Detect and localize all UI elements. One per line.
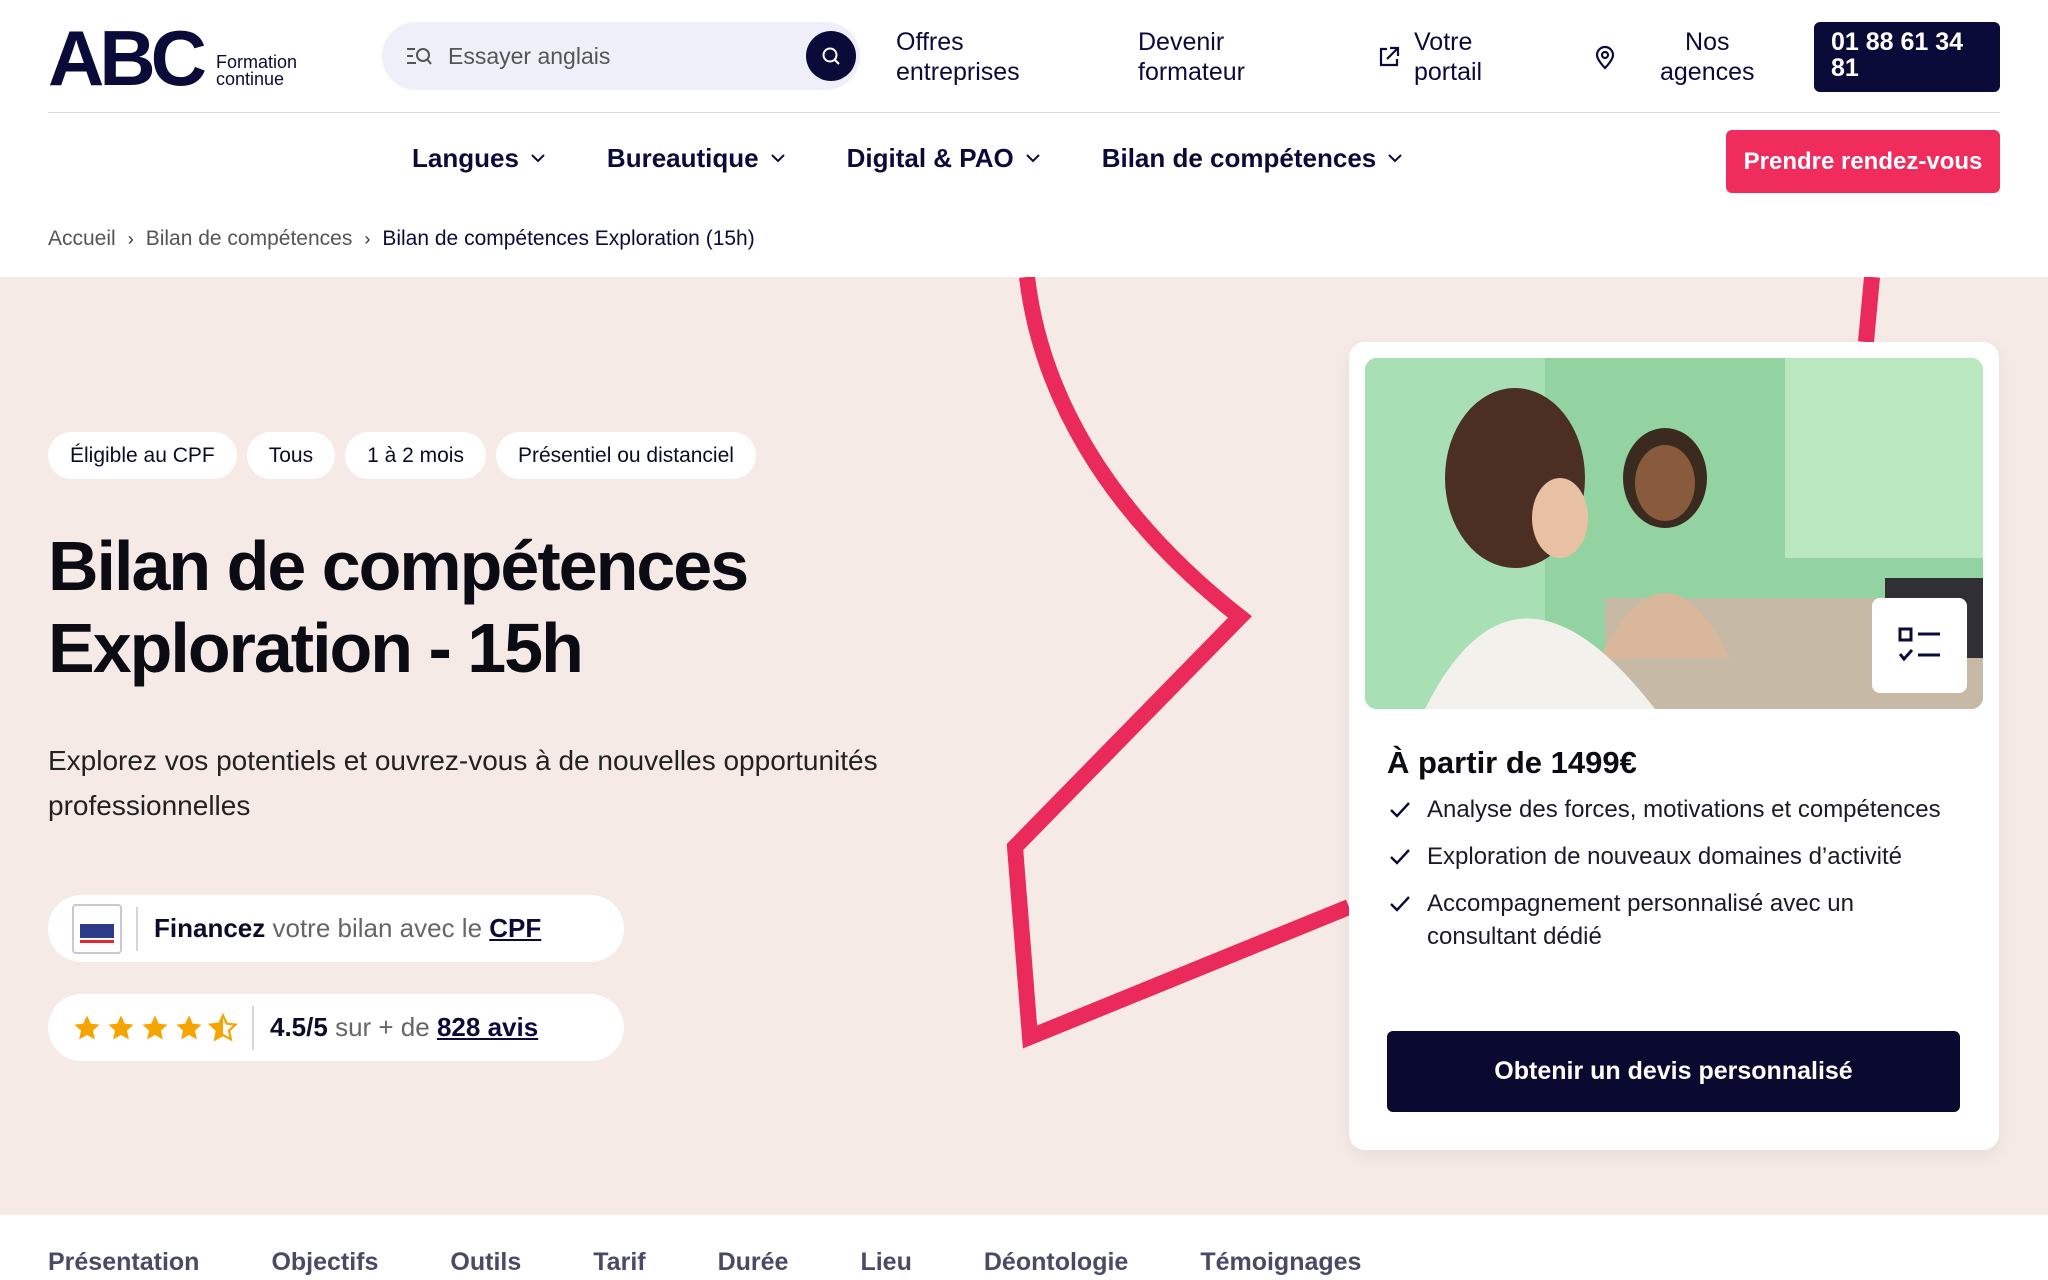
search-box [382, 22, 860, 90]
breadcrumb-current: Bilan de compétences Exploration (15h) [382, 227, 755, 250]
search-input[interactable] [448, 42, 788, 70]
tab-presentation[interactable]: Présentation [48, 1248, 199, 1277]
search-button[interactable] [806, 31, 856, 81]
abc-logo[interactable]: ABC Formation continue [48, 14, 324, 102]
page-subtitle: Explorez vos potentiels et ouvrez-vous à… [48, 745, 878, 821]
tab-lieu[interactable]: Lieu [860, 1248, 911, 1277]
star-full-icon [142, 1015, 168, 1039]
tag-format: Présentiel ou distanciel [495, 432, 756, 479]
hero-section: Éligible au CPF Tous 1 à 2 mois Présenti… [0, 277, 2048, 1215]
star-full-icon [74, 1015, 100, 1039]
rating-stars [72, 1012, 238, 1043]
phone-button[interactable]: 01 88 61 34 81 [1814, 22, 2000, 92]
checklist-badge [1872, 598, 1967, 693]
link-devenir-formateur[interactable]: Devenir formateur [1138, 27, 1245, 87]
star-full-icon [108, 1015, 134, 1039]
nav-langues[interactable]: Langues [412, 143, 545, 174]
chevron-right-icon: › [364, 228, 371, 249]
tag-duration: 1 à 2 mois [345, 432, 486, 479]
offer-card: À partir de 1499€ Analyse des forces, mo… [1349, 342, 1999, 1150]
check-icon [1390, 802, 1410, 818]
star-half-icon [208, 1012, 238, 1042]
tab-tarif[interactable]: Tarif [593, 1248, 645, 1277]
check-icon [1390, 896, 1410, 912]
nav-bureautique[interactable]: Bureautique [607, 143, 785, 174]
search-icon [822, 47, 840, 65]
cpf-link[interactable]: CPF [489, 913, 541, 943]
star-full-icon [176, 1015, 202, 1039]
breadcrumb-bilan[interactable]: Bilan de compétences [146, 227, 353, 251]
reviews-link[interactable]: 828 avis [437, 1012, 538, 1042]
cpf-financing-banner: Financez votre bilan avec le CPF [48, 895, 624, 962]
tab-outils[interactable]: Outils [450, 1248, 521, 1277]
tab-duree[interactable]: Durée [718, 1248, 789, 1277]
external-link-icon [1379, 46, 1400, 67]
main-nav: Langues Bureautique Digital & PAO Bilan … [412, 143, 1402, 174]
benefit-item: Analyse des forces, motivations et compé… [1387, 793, 1967, 826]
obtenir-devis-button[interactable]: Obtenir un devis personnalisé [1387, 1031, 1960, 1112]
nav-bilan-competences[interactable]: Bilan de compétences [1102, 143, 1403, 174]
benefit-list: Analyse des forces, motivations et compé… [1387, 793, 1967, 967]
link-offres-entreprises[interactable]: Offres entreprises [896, 27, 1020, 87]
checklist-icon [1898, 627, 1940, 661]
chevron-down-icon [770, 154, 785, 163]
chevron-right-icon: › [127, 228, 134, 249]
logo-wordmark: ABC [48, 14, 207, 102]
page-title: Bilan de compétences Exploration - 15h [48, 527, 749, 687]
chevron-down-icon [1025, 154, 1040, 163]
benefit-item: Exploration de nouveaux domaines d’activ… [1387, 840, 1967, 873]
section-tabs: Présentation Objectifs Outils Tarif Duré… [48, 1248, 1361, 1277]
chevron-down-icon [531, 154, 545, 163]
link-votre-portail[interactable]: Votre portail [1376, 27, 1482, 87]
check-icon [1390, 849, 1410, 865]
consultation-photo [1365, 358, 1983, 709]
breadcrumb: Accueil › Bilan de compétences › Bilan d… [48, 227, 755, 251]
tab-deontologie[interactable]: Déontologie [984, 1248, 1128, 1277]
tag-cpf: Éligible au CPF [48, 432, 237, 479]
location-pin-icon [1595, 45, 1615, 70]
tag-public: Tous [246, 432, 336, 479]
tag-list: Éligible au CPF Tous 1 à 2 mois Présenti… [48, 432, 756, 479]
logo-subtitle: Formation continue [216, 52, 298, 89]
breadcrumb-accueil[interactable]: Accueil [48, 227, 116, 251]
search-list-icon [407, 48, 432, 65]
nav-digital-pao[interactable]: Digital & PAO [847, 143, 1040, 174]
link-nos-agences[interactable]: Nos agences [1592, 27, 1755, 87]
chevron-down-icon [1388, 154, 1402, 163]
tab-objectifs[interactable]: Objectifs [271, 1248, 378, 1277]
benefit-item: Accompagnement personnalisé avec un cons… [1387, 887, 1967, 953]
rating-banner: 4.5/5 sur + de 828 avis [48, 994, 624, 1061]
tab-temoignages[interactable]: Témoignages [1200, 1248, 1361, 1277]
mon-compte-formation-logo [72, 903, 122, 954]
top-bar: ABC Formation continue Offresentreprises… [48, 0, 2000, 113]
prendre-rendez-vous-button[interactable]: Prendre rendez-vous [1726, 130, 2000, 193]
price-label: À partir de 1499€ [1387, 745, 1637, 780]
